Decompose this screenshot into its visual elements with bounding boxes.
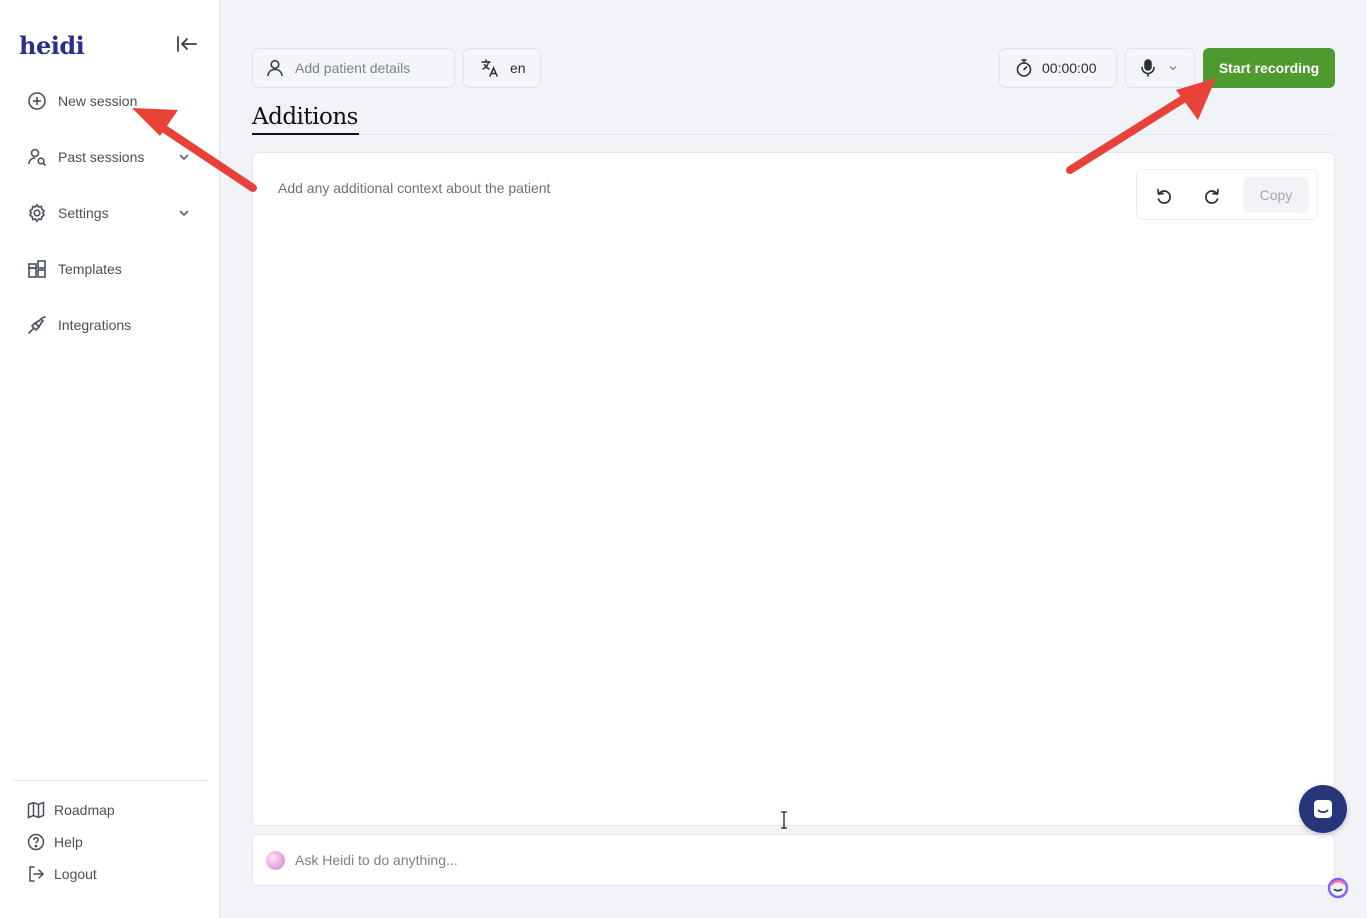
ask-heidi-input[interactable] [295, 852, 1195, 868]
support-chat-button[interactable] [1299, 785, 1347, 833]
additions-editor[interactable]: Add any additional context about the pat… [252, 152, 1335, 826]
help-circle-icon [26, 832, 46, 852]
microphone-selector[interactable] [1125, 48, 1195, 88]
sidebar-item-integrations[interactable]: Integrations [26, 309, 196, 341]
sidebar-item-templates[interactable]: Templates [26, 253, 196, 285]
language-code: en [510, 60, 526, 76]
sidebar-item-logout[interactable]: Logout [26, 862, 97, 886]
plus-circle-icon [26, 90, 48, 112]
translate-icon [481, 59, 498, 77]
sidebar-item-label: New session [58, 93, 138, 109]
chevron-down-icon [179, 154, 189, 161]
logout-icon [26, 864, 46, 884]
undo-button[interactable] [1149, 182, 1179, 210]
sidebar: heidi New session Past sessions Settings… [0, 0, 220, 918]
text-cursor-icon [781, 811, 787, 829]
heidi-logo[interactable]: heidi [19, 30, 85, 60]
patient-details-placeholder: Add patient details [295, 60, 411, 76]
undo-icon [1157, 188, 1171, 204]
sidebar-item-label: Past sessions [58, 149, 145, 165]
start-recording-button[interactable]: Start recording [1203, 48, 1335, 88]
user-icon [267, 59, 283, 77]
active-tab-indicator [252, 133, 359, 135]
logo-text: heidi [19, 30, 85, 60]
sidebar-divider [12, 780, 207, 781]
tab-additions[interactable]: Additions [252, 104, 358, 130]
templates-icon [26, 258, 48, 280]
copy-button[interactable]: Copy [1243, 177, 1309, 213]
redo-icon [1205, 188, 1219, 204]
chevron-down-icon [1169, 66, 1177, 71]
timer-display: 00:00:00 [999, 48, 1117, 88]
chat-icon [1314, 800, 1332, 818]
sidebar-footer-label: Logout [54, 866, 97, 882]
sidebar-item-label: Templates [58, 261, 122, 277]
sidebar-footer-label: Help [54, 834, 83, 850]
stopwatch-icon [1016, 59, 1032, 77]
sidebar-item-label: Settings [58, 205, 109, 221]
redo-button[interactable] [1197, 182, 1227, 210]
sidebar-footer-label: Roadmap [54, 802, 115, 818]
timer-value: 00:00:00 [1042, 60, 1097, 76]
sidebar-item-label: Integrations [58, 317, 132, 333]
chevron-down-icon [179, 210, 189, 217]
sidebar-item-new-session[interactable]: New session [26, 85, 196, 117]
sidebar-item-help[interactable]: Help [26, 830, 83, 854]
tab-divider [359, 134, 1335, 135]
sidebar-item-settings[interactable]: Settings [26, 197, 196, 229]
ask-heidi-bar [252, 834, 1335, 886]
assistant-logo-icon[interactable] [1326, 876, 1350, 900]
collapse-sidebar-button[interactable] [172, 30, 202, 58]
editor-placeholder: Add any additional context about the pat… [278, 180, 551, 196]
plug-icon [26, 314, 48, 336]
add-patient-details-button[interactable]: Add patient details [252, 48, 455, 88]
map-icon [26, 800, 46, 820]
language-selector[interactable]: en [463, 48, 541, 88]
sidebar-item-roadmap[interactable]: Roadmap [26, 798, 115, 822]
gear-icon [26, 202, 48, 224]
sidebar-item-past-sessions[interactable]: Past sessions [26, 141, 196, 173]
microphone-icon [1141, 59, 1155, 77]
user-search-icon [26, 146, 48, 168]
editor-toolbar: Copy [1136, 169, 1318, 220]
heidi-orb-icon [266, 850, 285, 870]
collapse-left-icon [177, 36, 197, 52]
